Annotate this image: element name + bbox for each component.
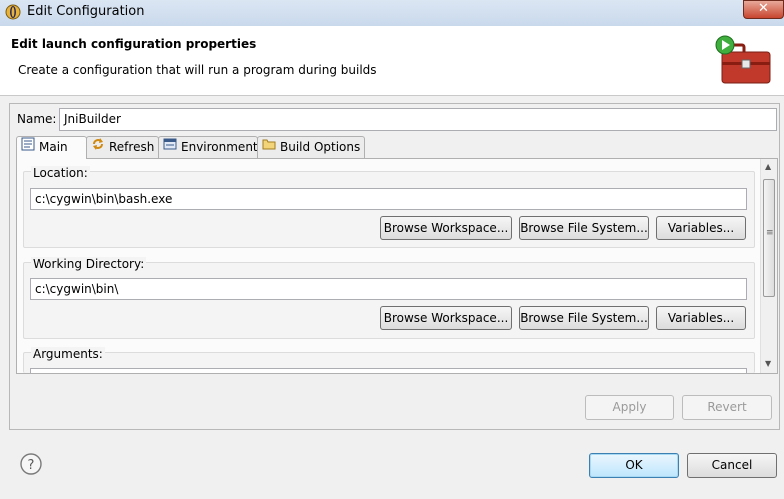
working-directory-browse-file-system-button[interactable]: Browse File System...	[519, 306, 649, 330]
tab-build-options[interactable]: Build Options	[257, 136, 365, 158]
location-label: Location:	[31, 166, 90, 180]
apply-button[interactable]: Apply	[585, 395, 674, 420]
tab-refresh-label: Refresh	[109, 140, 155, 154]
svg-text:?: ?	[28, 458, 35, 473]
location-input[interactable]: c:\cygwin\bin\bash.exe	[30, 188, 747, 210]
working-directory-variables-button[interactable]: Variables...	[656, 306, 746, 330]
scrollbar-thumb[interactable]: ≡	[763, 179, 775, 297]
close-button[interactable]: ✕	[743, 0, 784, 19]
name-input[interactable]: JniBuilder	[59, 108, 777, 131]
title-bar[interactable]: Edit Configuration ✕	[0, 0, 784, 26]
header-title: Edit launch configuration properties	[11, 37, 257, 51]
scroll-up-icon[interactable]: ▲	[765, 162, 771, 171]
toolbox-icon	[714, 35, 774, 87]
window-title: Edit Configuration	[27, 4, 145, 19]
name-label: Name:	[17, 112, 57, 126]
close-icon: ✕	[758, 1, 769, 16]
tab-environment-label: Environment	[181, 140, 258, 154]
app-icon	[5, 4, 21, 20]
location-browse-workspace-button[interactable]: Browse Workspace...	[380, 216, 512, 240]
revert-button[interactable]: Revert	[682, 395, 772, 420]
environment-icon	[163, 137, 177, 158]
tab-main-label: Main	[39, 140, 68, 154]
arguments-input[interactable]	[30, 368, 747, 373]
location-variables-button[interactable]: Variables...	[656, 216, 746, 240]
folder-icon	[262, 137, 276, 158]
location-browse-file-system-button[interactable]: Browse File System...	[519, 216, 649, 240]
main-tab-icon	[21, 137, 35, 158]
cancel-button[interactable]: Cancel	[687, 453, 777, 478]
working-directory-input[interactable]: c:\cygwin\bin\	[30, 278, 747, 300]
refresh-icon	[91, 137, 105, 158]
help-icon[interactable]: ?	[20, 453, 42, 475]
arguments-label: Arguments:	[31, 347, 105, 361]
tab-build-options-label: Build Options	[280, 140, 361, 154]
tab-environment[interactable]: Environment	[158, 136, 258, 158]
tab-main[interactable]: Main	[16, 136, 87, 159]
working-directory-label: Working Directory:	[31, 257, 147, 271]
scroll-down-icon[interactable]: ▼	[765, 359, 771, 368]
vertical-scrollbar[interactable]: ▲ ≡ ▼	[760, 159, 777, 373]
header-description: Create a configuration that will run a p…	[18, 63, 377, 77]
ok-button[interactable]: OK	[589, 453, 679, 478]
header-banner: Edit launch configuration properties Cre…	[0, 26, 784, 96]
tab-refresh[interactable]: Refresh	[86, 136, 159, 158]
working-directory-browse-workspace-button[interactable]: Browse Workspace...	[380, 306, 512, 330]
